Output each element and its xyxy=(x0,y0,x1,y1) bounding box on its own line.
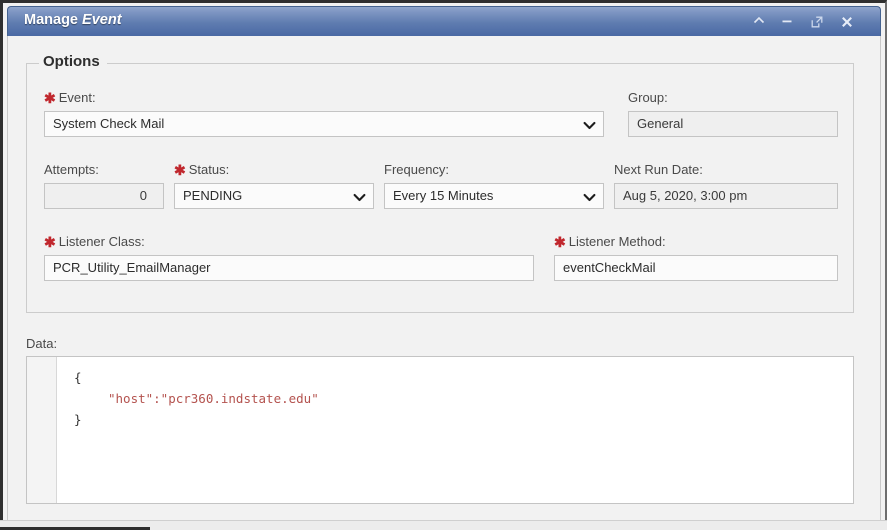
window-title-subject: Event xyxy=(82,12,122,28)
collapse-icon[interactable] xyxy=(750,13,768,31)
listener-class-input[interactable]: PCR_Utility_EmailManager xyxy=(44,255,534,281)
options-legend: Options xyxy=(39,53,107,70)
field-frequency-label: Frequency: xyxy=(384,162,449,177)
window-title: Manage Event xyxy=(24,12,122,28)
required-asterisk: ✱ xyxy=(44,234,56,250)
window-titlebar[interactable]: Manage Event xyxy=(7,6,881,36)
status-select-value: PENDING xyxy=(183,188,242,203)
data-editor[interactable]: { "host":"pcr360.indstate.edu" } xyxy=(26,356,854,504)
json-host-entry: "host":"pcr360.indstate.edu" xyxy=(108,391,319,406)
field-event-label: ✱Event: xyxy=(44,90,96,107)
data-editor-content[interactable]: { "host":"pcr360.indstate.edu" } xyxy=(58,357,853,503)
chevron-down-icon[interactable] xyxy=(576,185,602,209)
field-next-run-date-label: Next Run Date: xyxy=(614,162,703,177)
status-select[interactable]: PENDING xyxy=(174,183,374,209)
data-label: Data: xyxy=(26,336,57,351)
minimize-icon[interactable] xyxy=(778,13,796,31)
chevron-down-icon[interactable] xyxy=(346,185,372,209)
field-status-label: ✱Status: xyxy=(174,162,229,179)
close-icon[interactable] xyxy=(838,13,856,31)
next-run-date-value: Aug 5, 2020, 3:00 pm xyxy=(614,183,838,209)
window-title-prefix: Manage xyxy=(24,12,78,28)
field-listener-class-label: ✱Listener Class: xyxy=(44,234,145,251)
json-close-brace: } xyxy=(74,412,82,427)
field-listener-method-label-text: Listener Method: xyxy=(569,234,666,249)
options-fieldset: Options ✱Event: System Check Mail Gr xyxy=(26,63,854,313)
field-status-label-text: Status: xyxy=(189,162,229,177)
event-select[interactable]: System Check Mail xyxy=(44,111,604,137)
field-listener-class-label-text: Listener Class: xyxy=(59,234,145,249)
window-content: Options ✱Event: System Check Mail Gr xyxy=(7,36,881,526)
frequency-select-value: Every 15 Minutes xyxy=(393,188,493,203)
chevron-down-icon[interactable] xyxy=(576,113,602,137)
attempts-value: 0 xyxy=(44,183,164,209)
field-event-label-text: Event: xyxy=(59,90,96,105)
field-group-label: Group: xyxy=(628,90,668,105)
required-asterisk: ✱ xyxy=(44,90,56,106)
listener-method-input[interactable]: eventCheckMail xyxy=(554,255,838,281)
frequency-select[interactable]: Every 15 Minutes xyxy=(384,183,604,209)
json-open-brace: { xyxy=(74,370,82,385)
required-asterisk: ✱ xyxy=(174,162,186,178)
data-editor-gutter xyxy=(27,357,57,503)
event-select-value: System Check Mail xyxy=(53,116,164,131)
manage-event-window: Manage Event xyxy=(0,0,887,530)
field-listener-method-label: ✱Listener Method: xyxy=(554,234,666,251)
field-attempts-label: Attempts: xyxy=(44,162,99,177)
restore-icon[interactable] xyxy=(808,13,826,31)
required-asterisk: ✱ xyxy=(554,234,566,250)
group-value: General xyxy=(628,111,838,137)
